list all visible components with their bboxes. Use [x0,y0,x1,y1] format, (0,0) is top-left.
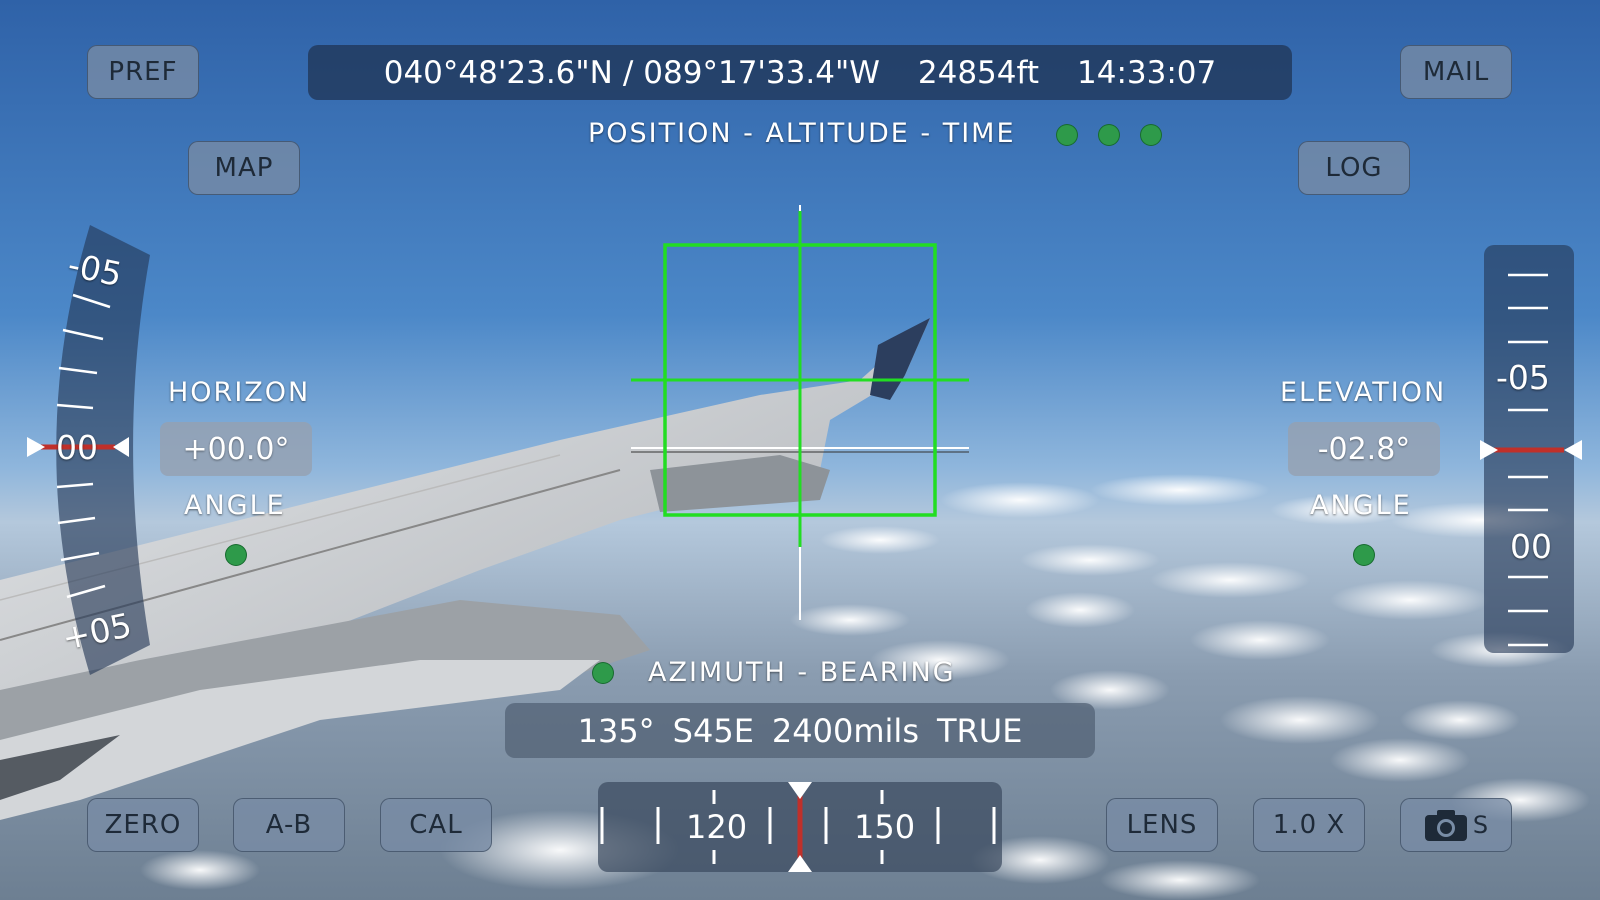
azimuth-bearing-readout: 135° S45E 2400mils TRUE [505,703,1095,758]
compass-tape: 120 150 [598,782,1002,872]
zoom-button[interactable]: 1.0 X [1253,798,1365,852]
elevation-angle-value: -02.8° [1288,422,1440,476]
horizon-scale-label-center: 00 [56,428,98,467]
elevation-scale [1480,245,1582,653]
lens-button[interactable]: LENS [1106,798,1218,852]
azimuth-mils: 2400mils [771,711,919,750]
azimuth-status-icon [592,662,614,684]
zero-button[interactable]: ZERO [87,798,199,852]
latitude-value: 040°48'23.6"N [383,54,613,91]
elevation-angle-label: ANGLE [1310,490,1412,521]
elevation-title: ELEVATION [1280,377,1447,408]
log-button[interactable]: LOG [1298,141,1410,195]
a-b-button[interactable]: A-B [233,798,345,852]
elevation-scale-label-center: 00 [1510,527,1552,566]
position-altitude-time-caption: POSITION - ALTITUDE - TIME [588,118,1016,149]
camera-mode-label: S [1472,811,1490,839]
horizon-angle-label: ANGLE [184,490,286,521]
pref-button[interactable]: PREF [87,45,199,99]
camera-button[interactable]: S [1400,798,1512,852]
time-value: 14:33:07 [1077,54,1217,91]
azimuth-reference: TRUE [936,711,1023,750]
cal-button[interactable]: CAL [380,798,492,852]
status-indicator-icon [1056,124,1078,146]
mail-button[interactable]: MAIL [1400,45,1512,99]
elevation-status-icon [1353,544,1375,566]
coordinate-separator: / [622,54,634,91]
map-button[interactable]: MAP [188,141,300,195]
compass-label-150: 150 [854,808,916,846]
position-altitude-time-bar: 040°48'23.6"N / 089°17'33.4"W 24854ft 14… [308,45,1292,100]
longitude-value: 089°17'33.4"W [643,54,880,91]
status-indicator-icon [1140,124,1162,146]
camera-icon [1424,810,1467,841]
azimuth-degrees: 135° [577,711,655,750]
targeting-reticle [631,205,969,620]
horizon-title: HORIZON [168,377,311,408]
compass-label-120: 120 [686,808,748,846]
elevation-scale-label-top: -05 [1496,358,1550,397]
horizon-status-icon [225,544,247,566]
horizon-angle-value: +00.0° [160,422,312,476]
azimuth-quadrant: S45E [672,711,754,750]
status-indicator-icon [1098,124,1120,146]
altitude-value: 24854ft [917,54,1040,91]
azimuth-bearing-title: AZIMUTH - BEARING [648,657,956,688]
